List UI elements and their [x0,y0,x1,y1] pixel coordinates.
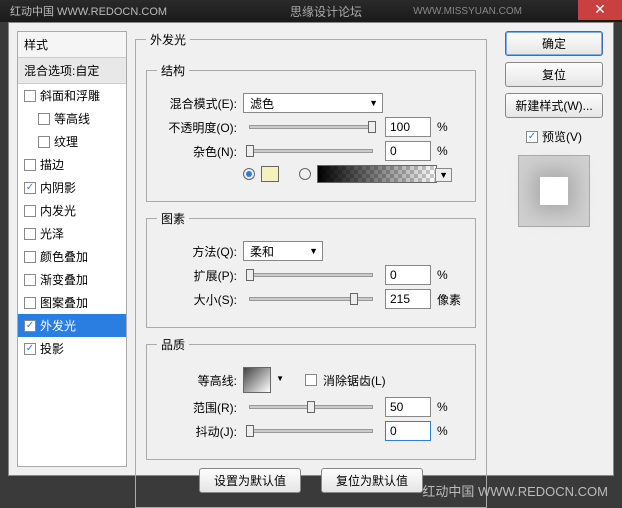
blend-mode-label: 混合模式(E): [157,95,237,112]
style-checkbox[interactable] [24,251,36,263]
sidebar-item-label: 内发光 [40,202,76,219]
sidebar-item-4[interactable]: ✓ 内阴影 [18,176,126,199]
make-default-button[interactable]: 设置为默认值 [199,468,301,493]
style-checkbox[interactable] [24,159,36,171]
range-slider[interactable] [249,405,373,409]
sidebar-item-label: 光泽 [40,225,64,242]
sidebar-header: 样式 [18,32,126,58]
cancel-button[interactable]: 复位 [505,62,603,87]
sidebar-item-1[interactable]: 等高线 [18,107,126,130]
sidebar-item-6[interactable]: 光泽 [18,222,126,245]
sidebar-item-7[interactable]: 颜色叠加 [18,245,126,268]
watermark-forum: 思缘设计论坛 [290,3,362,20]
sidebar-item-label: 描边 [40,156,64,173]
style-checkbox[interactable] [38,136,50,148]
sidebar-item-11[interactable]: ✓ 投影 [18,337,126,360]
panel-title: 外发光 [146,31,190,48]
quality-legend: 品质 [157,336,189,353]
jitter-slider[interactable] [249,429,373,433]
preview-checkbox[interactable]: ✓ [526,131,538,143]
style-checkbox[interactable]: ✓ [24,182,36,194]
sidebar-item-label: 斜面和浮雕 [40,87,100,104]
sidebar-item-5[interactable]: 内发光 [18,199,126,222]
sidebar-item-label: 外发光 [40,317,76,334]
watermark-top: 红动中国 WWW.REDOCN.COM [10,3,167,19]
contour-picker[interactable] [243,367,271,393]
sidebar-item-9[interactable]: 图案叠加 [18,291,126,314]
sidebar-item-label: 纹理 [54,133,78,150]
range-input[interactable] [385,397,431,417]
sidebar-item-10[interactable]: ✓ 外发光 [18,314,126,337]
noise-slider[interactable] [249,149,373,153]
sidebar-item-label: 图案叠加 [40,294,88,311]
structure-fieldset: 结构 混合模式(E): 滤色 不透明度(O): % 杂色(N): % [146,62,476,202]
noise-label: 杂色(N): [157,143,237,160]
main-panel: 外发光 结构 混合模式(E): 滤色 不透明度(O): % 杂色(N): [127,23,495,475]
gradient-radio[interactable] [299,168,311,180]
style-checkbox[interactable]: ✓ [24,343,36,355]
ok-button[interactable]: 确定 [505,31,603,56]
contour-label: 等高线: [157,372,237,389]
new-style-button[interactable]: 新建样式(W)... [505,93,603,118]
watermark-forum-url: WWW.MISSYUAN.COM [413,6,522,17]
preview-thumbnail [518,155,590,227]
styles-sidebar: 样式 混合选项:自定 斜面和浮雕等高线纹理描边 ✓ 内阴影内发光光泽颜色叠加渐变叠加… [17,31,127,467]
color-radio[interactable] [243,168,255,180]
antialias-checkbox[interactable] [305,374,317,386]
watermark-bottom: 红动中国 WWW.REDOCN.COM [422,481,608,500]
color-swatch[interactable] [261,166,279,182]
preview-label: 预览(V) [542,128,582,145]
opacity-input[interactable] [385,117,431,137]
size-input[interactable] [385,289,431,309]
outer-glow-fieldset: 外发光 结构 混合模式(E): 滤色 不透明度(O): % 杂色(N): [135,31,487,508]
noise-input[interactable] [385,141,431,161]
px-unit: 像素 [437,291,465,308]
titlebar: 红动中国 WWW.REDOCN.COM 思缘设计论坛 WWW.MISSYUAN.… [0,0,622,22]
blend-mode-dropdown[interactable]: 滤色 [243,93,383,113]
technique-dropdown[interactable]: 柔和 [243,241,323,261]
spread-input[interactable] [385,265,431,285]
technique-label: 方法(Q): [157,243,237,260]
opacity-label: 不透明度(O): [157,119,237,136]
close-button[interactable]: ✕ [578,0,622,20]
style-checkbox[interactable] [24,205,36,217]
size-slider[interactable] [249,297,373,301]
style-checkbox[interactable] [24,228,36,240]
style-checkbox[interactable] [38,113,50,125]
sidebar-item-label: 渐变叠加 [40,271,88,288]
elements-legend: 图素 [157,210,189,227]
percent-unit: % [437,120,465,134]
range-label: 范围(R): [157,399,237,416]
sidebar-subheader[interactable]: 混合选项:自定 [18,58,126,84]
sidebar-item-8[interactable]: 渐变叠加 [18,268,126,291]
jitter-input[interactable] [385,421,431,441]
style-checkbox[interactable] [24,297,36,309]
dialog-window: 样式 混合选项:自定 斜面和浮雕等高线纹理描边 ✓ 内阴影内发光光泽颜色叠加渐变叠加… [8,22,614,476]
style-checkbox[interactable]: ✓ [24,320,36,332]
sidebar-item-label: 颜色叠加 [40,248,88,265]
opacity-slider[interactable] [249,125,373,129]
sidebar-item-label: 等高线 [54,110,90,127]
jitter-label: 抖动(J): [157,423,237,440]
sidebar-item-2[interactable]: 纹理 [18,130,126,153]
reset-default-button[interactable]: 复位为默认值 [321,468,423,493]
antialias-label: 消除锯齿(L) [323,372,386,389]
gradient-picker[interactable] [317,165,437,183]
spread-label: 扩展(P): [157,267,237,284]
sidebar-item-3[interactable]: 描边 [18,153,126,176]
sidebar-item-0[interactable]: 斜面和浮雕 [18,84,126,107]
spread-slider[interactable] [249,273,373,277]
right-pane: 确定 复位 新建样式(W)... ✓ 预览(V) [495,23,613,475]
elements-fieldset: 图素 方法(Q): 柔和 扩展(P): % 大小(S): 像素 [146,210,476,328]
quality-fieldset: 品质 等高线: 消除锯齿(L) 范围(R): % 抖动(J): [146,336,476,460]
structure-legend: 结构 [157,62,189,79]
style-checkbox[interactable] [24,90,36,102]
size-label: 大小(S): [157,291,237,308]
sidebar-item-label: 内阴影 [40,179,76,196]
sidebar-item-label: 投影 [40,340,64,357]
style-checkbox[interactable] [24,274,36,286]
